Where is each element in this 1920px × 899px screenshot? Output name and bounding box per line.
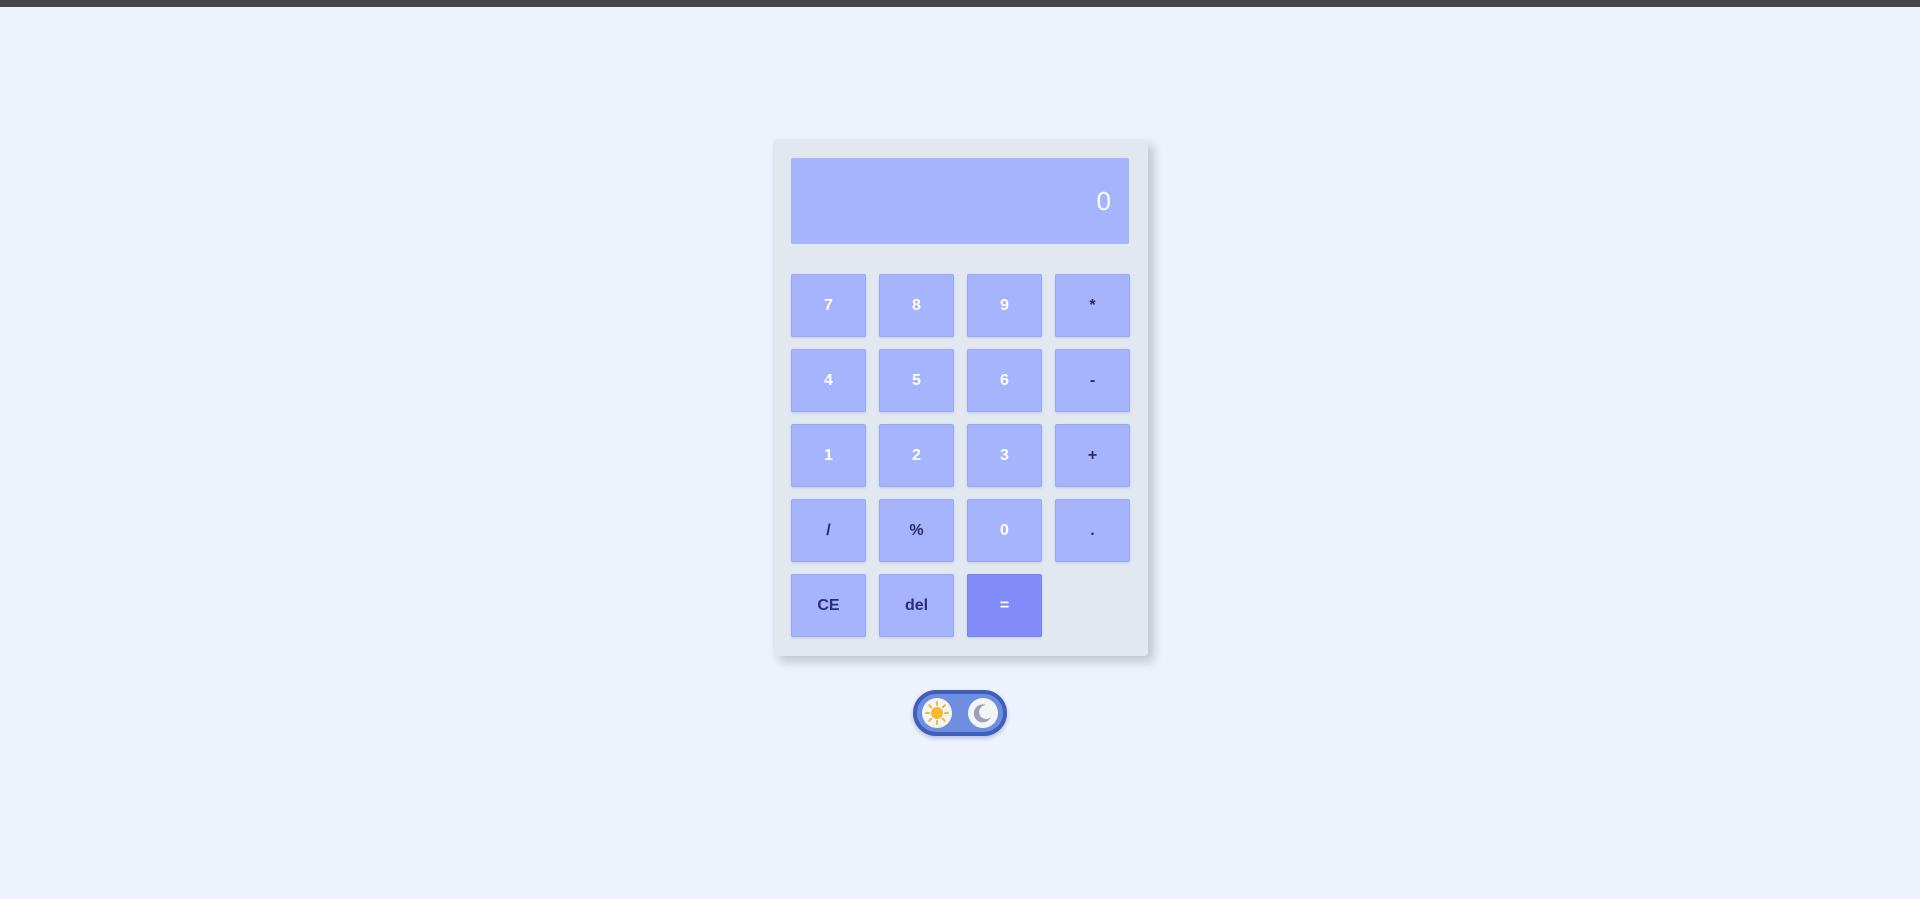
key-2[interactable]: 2 — [879, 424, 954, 487]
key-decimal[interactable]: . — [1055, 499, 1130, 562]
top-bar — [0, 0, 1920, 7]
key-8[interactable]: 8 — [879, 274, 954, 337]
key-delete[interactable]: del — [879, 574, 954, 637]
key-percent[interactable]: % — [879, 499, 954, 562]
display-value: 0 — [1096, 185, 1111, 216]
key-divide[interactable]: / — [791, 499, 866, 562]
key-clear[interactable]: CE — [791, 574, 866, 637]
key-7[interactable]: 7 — [791, 274, 866, 337]
key-3[interactable]: 3 — [967, 424, 1042, 487]
key-9[interactable]: 9 — [967, 274, 1042, 337]
calculator: 0 7 8 9 * 4 5 6-1 2 3 + /% 0. CE del = — [773, 139, 1148, 656]
key-equals[interactable]: = — [967, 574, 1042, 637]
key-add[interactable]: + — [1055, 424, 1130, 487]
calculator-display: 0 — [791, 158, 1129, 244]
key-6[interactable]: 6 — [967, 349, 1042, 412]
key-4[interactable]: 4 — [791, 349, 866, 412]
key-multiply[interactable]: * — [1055, 274, 1130, 337]
sun-icon — [922, 698, 952, 728]
key-0[interactable]: 0 — [967, 499, 1042, 562]
keypad: 7 8 9 * 4 5 6- 1 2 3 + /% 0. CE del = — [791, 274, 1130, 637]
key-1[interactable]: 1 — [791, 424, 866, 487]
key-subtract[interactable]: - — [1055, 349, 1130, 412]
theme-toggle[interactable] — [913, 690, 1007, 736]
moon-icon — [968, 698, 998, 728]
key-5[interactable]: 5 — [879, 349, 954, 412]
